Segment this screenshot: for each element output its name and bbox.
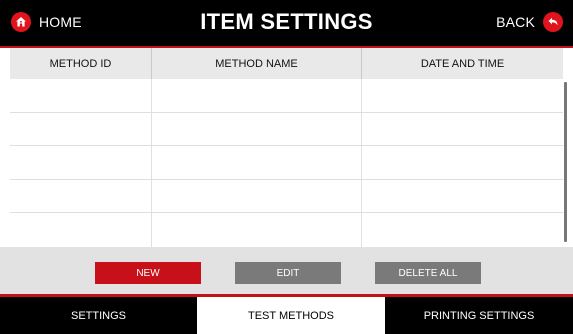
cell-date-and-time: [362, 79, 563, 112]
table-row[interactable]: [10, 146, 563, 180]
cell-method-id: [10, 79, 152, 112]
page-title: ITEM SETTINGS: [200, 9, 373, 34]
delete-all-button[interactable]: DELETE ALL: [375, 262, 481, 284]
table-row[interactable]: [10, 112, 563, 147]
cell-method-id: [10, 146, 152, 179]
item-settings-screen: HOME ITEM SETTINGS BACK METHOD ID METHOD…: [0, 0, 573, 334]
table-row[interactable]: [10, 213, 563, 247]
table-row[interactable]: [10, 79, 563, 113]
column-header-method-id[interactable]: METHOD ID: [10, 48, 152, 79]
cell-method-name: [152, 213, 362, 247]
back-label: BACK: [496, 14, 535, 30]
tab-settings[interactable]: SETTINGS: [0, 297, 197, 334]
back-button[interactable]: BACK: [496, 11, 563, 33]
methods-table-body: [10, 79, 563, 247]
cell-method-name: [152, 179, 362, 213]
cell-method-name: [152, 79, 362, 112]
back-arrow-icon: [543, 12, 563, 32]
cell-date-and-time: [362, 180, 563, 213]
cell-date-and-time: [362, 113, 563, 146]
cell-date-and-time: [362, 213, 563, 247]
cell-method-id: [10, 213, 152, 247]
scrollbar-thumb[interactable]: [564, 82, 567, 242]
tab-printing-settings[interactable]: PRINTING SETTINGS: [385, 297, 573, 334]
column-header-date-and-time[interactable]: DATE AND TIME: [362, 48, 563, 79]
tab-test-methods[interactable]: TEST METHODS: [197, 297, 385, 334]
cell-method-name: [152, 112, 362, 146]
cell-date-and-time: [362, 146, 563, 179]
cell-method-id: [10, 179, 152, 213]
cell-method-id: [10, 112, 152, 146]
bottom-tab-bar: SETTINGS TEST METHODS PRINTING SETTINGS: [0, 297, 573, 334]
table-header: METHOD ID METHOD NAME DATE AND TIME: [10, 48, 563, 80]
top-bar: HOME ITEM SETTINGS BACK: [0, 0, 573, 46]
column-header-method-name[interactable]: METHOD NAME: [152, 48, 362, 79]
table-row[interactable]: [10, 179, 563, 214]
edit-button[interactable]: EDIT: [235, 262, 341, 284]
new-button[interactable]: NEW: [95, 262, 201, 284]
cell-method-name: [152, 146, 362, 179]
